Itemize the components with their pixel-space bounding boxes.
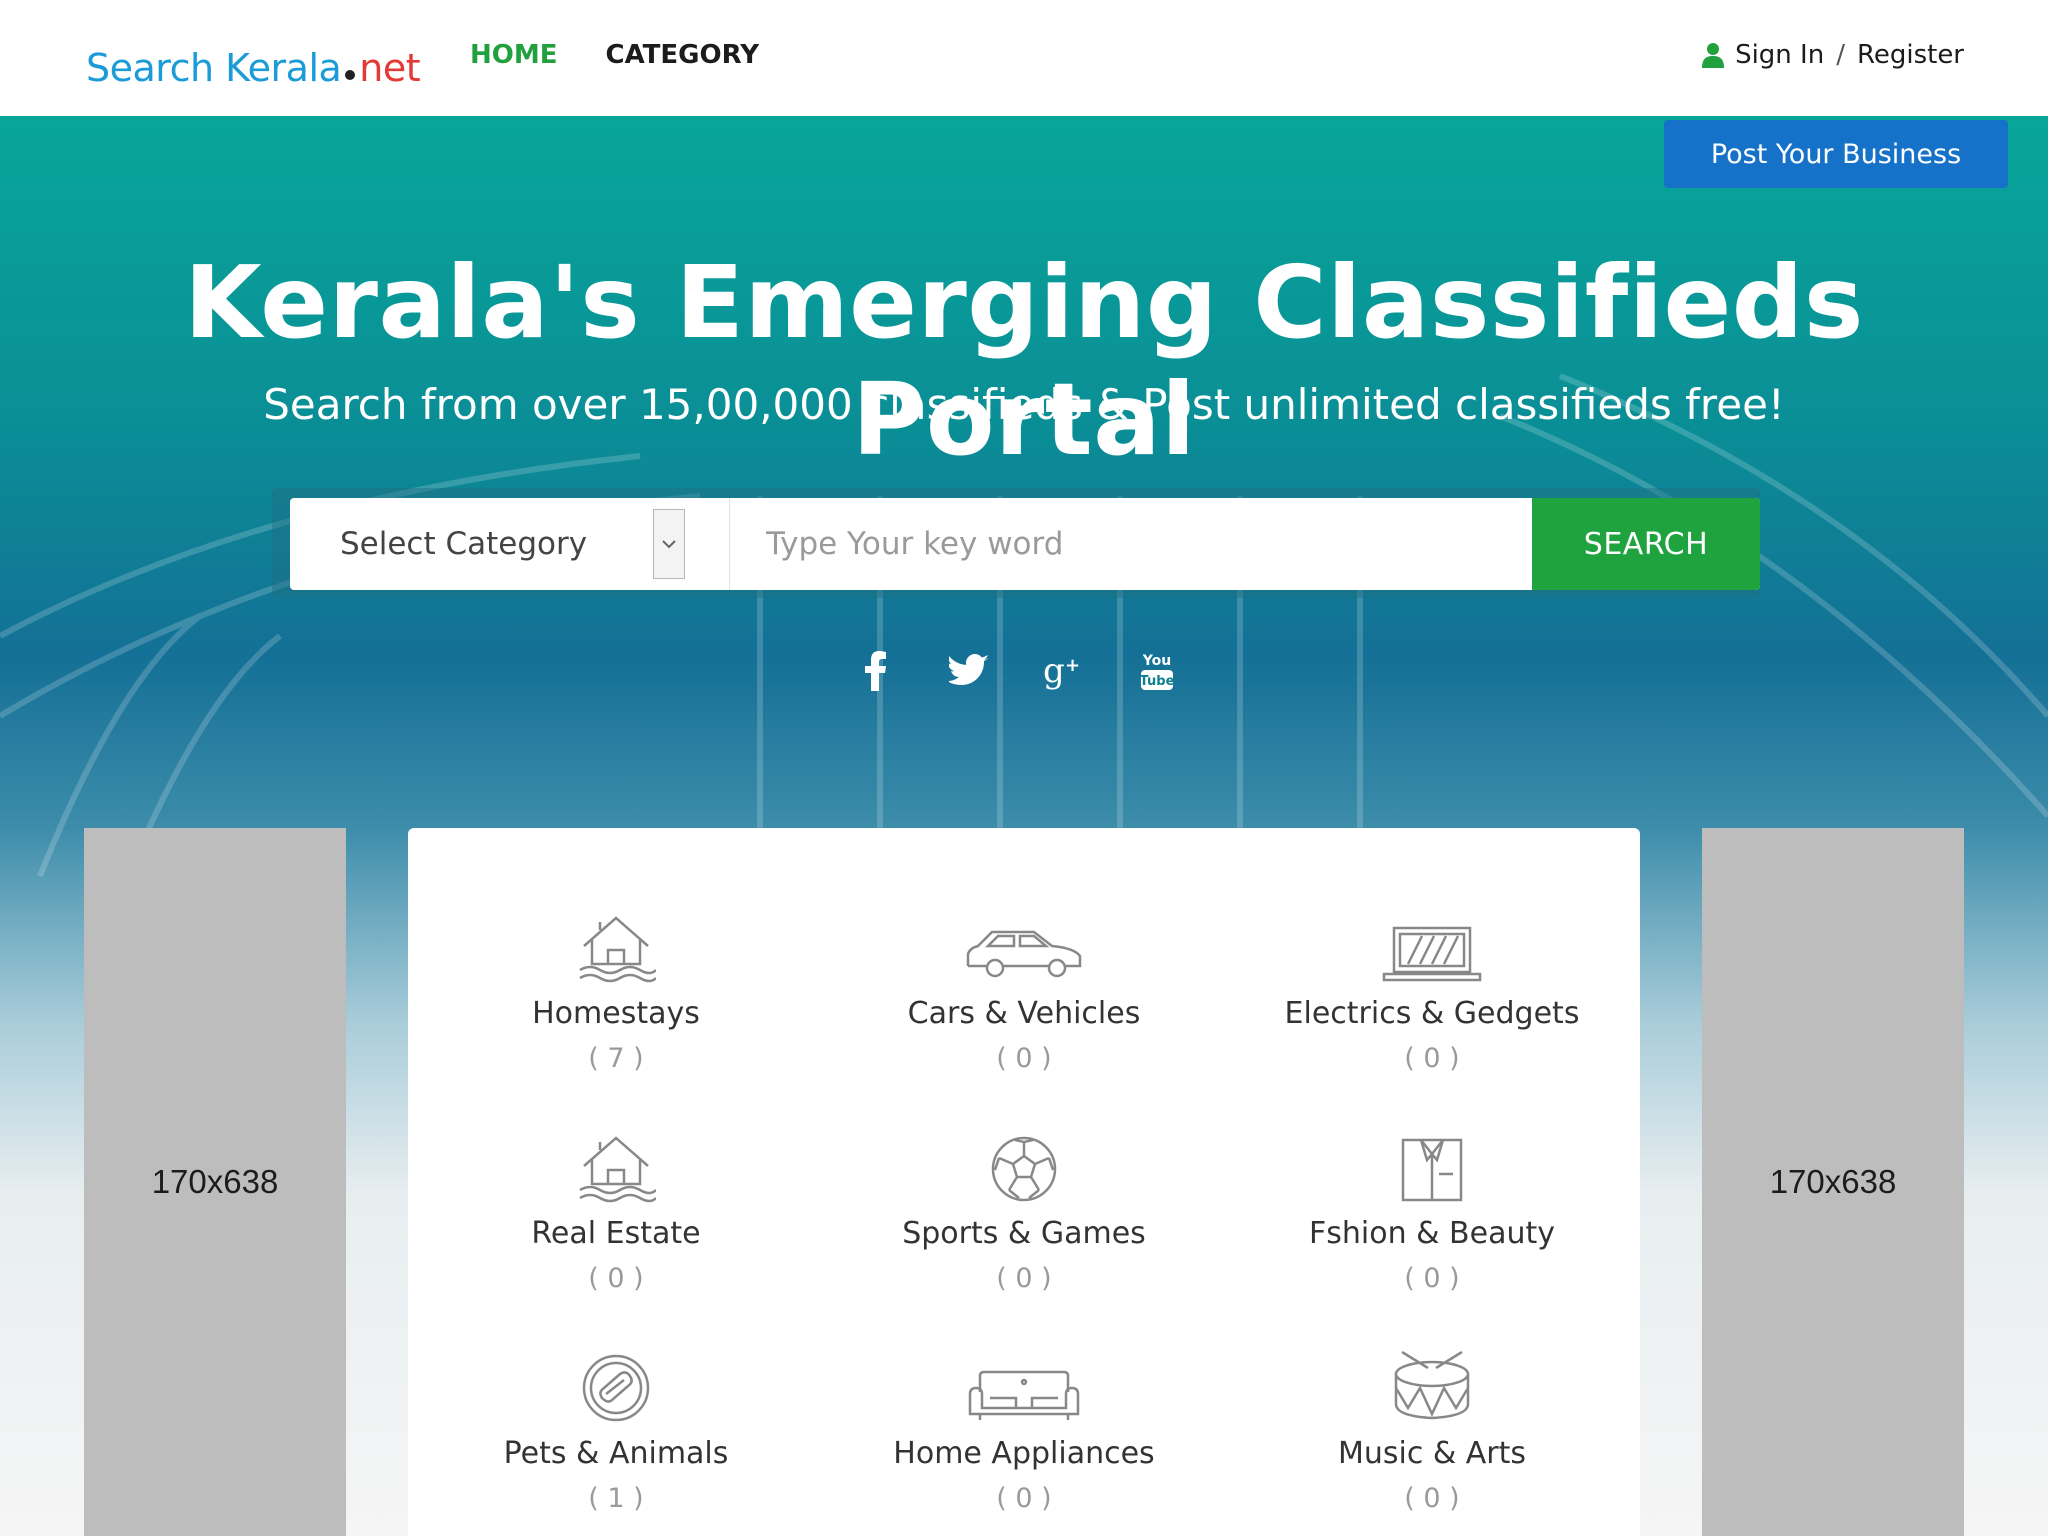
category-name: Pets & Animals	[503, 1436, 729, 1471]
category-count: ( 0 )	[588, 1263, 644, 1294]
search-bar: Select Category SEARCH	[290, 498, 1760, 590]
category-name: Cars & Vehicles	[907, 996, 1141, 1031]
sign-in-link[interactable]: Sign In	[1735, 40, 1824, 70]
category-select[interactable]: Select Category	[290, 498, 730, 590]
category-name: Electrics & Gedgets	[1284, 996, 1580, 1031]
top-navbar: Search Kerala net HOME CATEGORY Sign In …	[0, 0, 2048, 116]
svg-text:Tube: Tube	[1140, 674, 1175, 689]
car-icon	[824, 904, 1224, 984]
category-home-appliances[interactable]: Home Appliances ( 0 )	[824, 1344, 1224, 1514]
social-links: g + You Tube	[850, 646, 1182, 696]
shirt-icon	[1232, 1124, 1632, 1204]
house-water-icon	[416, 1124, 816, 1204]
svg-text:g: g	[1043, 651, 1065, 691]
youtube-icon[interactable]: You Tube	[1132, 646, 1182, 696]
category-name: Real Estate	[531, 1216, 701, 1251]
keyword-search-input[interactable]	[730, 498, 1532, 590]
svg-text:You: You	[1142, 653, 1171, 669]
register-link[interactable]: Register	[1857, 40, 1964, 70]
google-plus-icon[interactable]: g +	[1038, 646, 1088, 696]
category-pets-animals[interactable]: Pets & Animals ( 1 )	[416, 1344, 816, 1514]
category-grid: Homestays ( 7 ) Cars & Vehicles ( 0 ) El…	[408, 828, 1640, 1536]
category-name: Homestays	[532, 996, 700, 1031]
category-count: ( 0 )	[996, 1483, 1052, 1514]
nav-home-link[interactable]: HOME	[470, 40, 558, 70]
category-select-value: Select Category	[340, 526, 588, 562]
category-electrics-gadgets[interactable]: Electrics & Gedgets ( 0 )	[1232, 904, 1632, 1074]
soccer-ball-icon	[824, 1124, 1224, 1204]
auth-separator: /	[1836, 40, 1845, 70]
logo-dot	[345, 70, 356, 80]
auth-links: Sign In / Register	[1701, 40, 1964, 70]
category-sports-games[interactable]: Sports & Games ( 0 )	[824, 1124, 1224, 1294]
category-name: Sports & Games	[902, 1216, 1146, 1251]
category-homestays[interactable]: Homestays ( 7 )	[416, 904, 816, 1074]
search-bar-frame: Select Category SEARCH	[272, 488, 1760, 598]
twitter-icon[interactable]	[944, 646, 994, 696]
pet-food-icon	[416, 1344, 816, 1424]
category-name: Home Appliances	[893, 1436, 1155, 1471]
laptop-icon	[1232, 904, 1632, 984]
category-music-arts[interactable]: Music & Arts ( 0 )	[1232, 1344, 1632, 1514]
svg-text:+: +	[1065, 655, 1080, 676]
house-water-icon	[416, 904, 816, 984]
hero-subline: Search from over 15,00,000 classifieds &…	[263, 380, 1785, 429]
category-count: ( 1 )	[588, 1483, 644, 1514]
category-name: Music & Arts	[1337, 1436, 1527, 1471]
sofa-icon	[824, 1344, 1224, 1424]
drum-icon	[1232, 1344, 1632, 1424]
hero-headline: Kerala's Emerging Classifieds Portal	[184, 244, 1864, 478]
left-ad-placeholder[interactable]: 170x638	[84, 828, 346, 1536]
category-count: ( 0 )	[1404, 1483, 1460, 1514]
category-fashion-beauty[interactable]: Fshion & Beauty ( 0 )	[1232, 1124, 1632, 1294]
facebook-icon[interactable]	[850, 646, 900, 696]
right-ad-placeholder[interactable]: 170x638	[1702, 828, 1964, 1536]
category-cars-vehicles[interactable]: Cars & Vehicles ( 0 )	[824, 904, 1224, 1074]
nav-category-link[interactable]: CATEGORY	[606, 40, 760, 70]
logo-text-tld: net	[359, 46, 421, 90]
site-logo[interactable]: Search Kerala net	[86, 34, 421, 90]
logo-text-main: Search Kerala	[86, 46, 342, 90]
category-count: ( 0 )	[996, 1263, 1052, 1294]
chevron-down-icon[interactable]	[653, 509, 685, 579]
category-count: ( 0 )	[1404, 1263, 1460, 1294]
category-count: ( 7 )	[588, 1043, 644, 1074]
category-real-estate[interactable]: Real Estate ( 0 )	[416, 1124, 816, 1294]
post-business-button[interactable]: Post Your Business	[1664, 120, 2008, 188]
main-nav: HOME CATEGORY	[470, 40, 759, 70]
category-count: ( 0 )	[1404, 1043, 1460, 1074]
search-button[interactable]: SEARCH	[1532, 498, 1760, 590]
category-count: ( 0 )	[996, 1043, 1052, 1074]
category-name: Fshion & Beauty	[1308, 1216, 1556, 1251]
user-icon	[1701, 42, 1725, 68]
